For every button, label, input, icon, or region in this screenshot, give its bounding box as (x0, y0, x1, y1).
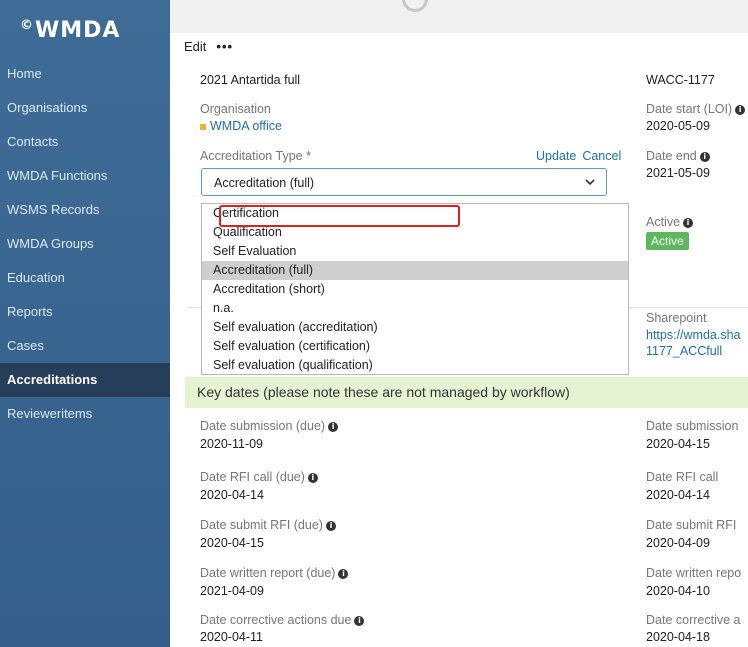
option-self-evaluation-certification[interactable]: Self evaluation (certification) (202, 337, 628, 356)
sidebar-item-revieweritems[interactable]: Revieweritems (0, 397, 170, 431)
date-submit-rfi-value: 2020-04-09 (646, 536, 710, 550)
info-icon: i (683, 217, 694, 228)
accreditation-type-dropdown: Certification Qualification Self Evaluat… (201, 203, 629, 375)
accreditation-type-label: Accreditation Type * (200, 149, 311, 163)
organisation-label: Organisation (200, 102, 271, 116)
sidebar-item-contacts[interactable]: Contacts (0, 125, 170, 159)
logo-mark: © (20, 18, 34, 33)
edit-actions: Update Cancel (536, 149, 621, 163)
sidebar-item-home[interactable]: Home (0, 57, 170, 91)
option-self-evaluation-qualification[interactable]: Self evaluation (qualification) (202, 356, 628, 375)
info-icon: i (699, 151, 710, 162)
sharepoint-link-continued[interactable]: 1177_ACCfull (646, 344, 722, 358)
info-icon: i (307, 472, 318, 483)
organisation-link[interactable]: WMDA office (210, 119, 282, 133)
select-value: Accreditation (full) (214, 176, 315, 190)
edit-button[interactable]: Edit (184, 39, 206, 54)
option-self-evaluation[interactable]: Self Evaluation (202, 242, 628, 261)
main-content: Edit ••• 2021 Antartida full WACC-1177 Or… (170, 0, 748, 647)
key-dates-title: Key dates (please note these are not man… (197, 384, 570, 400)
sidebar: ©WMDA Home Organisations Contacts WMDA F… (0, 0, 170, 647)
date-submit-rfi-due-value: 2020-04-15 (200, 536, 264, 550)
active-label: Active i (646, 215, 694, 229)
date-written-report-label: Date written repo (646, 566, 742, 580)
info-icon: i (328, 421, 339, 432)
loading-spinner-icon (396, 0, 434, 18)
date-written-report-due-label: Date written report (due) i (200, 566, 349, 580)
date-written-report-value: 2020-04-10 (646, 584, 710, 598)
sidebar-nav: Home Organisations Contacts WMDA Functio… (0, 57, 170, 431)
date-corrective-actions-value: 2020-04-18 (646, 630, 710, 644)
sharepoint-link[interactable]: https://wmda.sha (646, 328, 741, 342)
accreditation-type-select[interactable]: Accreditation (full) (201, 168, 607, 196)
date-end-label: Date end i (646, 149, 710, 163)
highlight-box (219, 205, 460, 227)
date-submission-due-label: Date submission (due) i (200, 419, 339, 433)
date-corrective-actions-label: Date corrective a (646, 613, 741, 627)
record-code: WACC-1177 (646, 73, 715, 87)
update-link[interactable]: Update (536, 149, 576, 163)
sidebar-item-cases[interactable]: Cases (0, 329, 170, 363)
date-submission-label: Date submission (646, 419, 739, 433)
sidebar-item-organisations[interactable]: Organisations (0, 91, 170, 125)
info-icon: i (354, 615, 365, 626)
organisation-square-icon (200, 123, 206, 130)
date-rfi-call-value: 2020-04-14 (646, 488, 710, 502)
toolbar: Edit ••• (184, 39, 233, 54)
active-badge: Active (646, 232, 689, 250)
chevron-down-icon (584, 173, 596, 194)
date-end-value: 2021-05-09 (646, 166, 710, 180)
option-na[interactable]: n.a. (202, 299, 628, 318)
cancel-link[interactable]: Cancel (582, 149, 621, 163)
option-accreditation-full[interactable]: Accreditation (full) (202, 261, 628, 280)
info-icon: i (325, 520, 336, 531)
record-name: 2021 Antartida full (200, 73, 301, 87)
key-dates-banner: Key dates (please note these are not man… (185, 377, 748, 408)
sidebar-item-accreditations[interactable]: Accreditations (0, 363, 170, 397)
more-options-icon[interactable]: ••• (216, 39, 233, 54)
date-submit-rfi-label: Date submit RFI (646, 518, 737, 532)
top-bar (170, 0, 748, 33)
sidebar-item-reports[interactable]: Reports (0, 295, 170, 329)
option-accreditation-short[interactable]: Accreditation (short) (202, 280, 628, 299)
date-rfi-call-due-label: Date RFI call (due) i (200, 470, 318, 484)
date-submission-value: 2020-04-15 (646, 437, 710, 451)
date-corrective-actions-due-label: Date corrective actions due i (200, 613, 365, 627)
date-corrective-actions-due-value: 2020-04-11 (200, 630, 264, 644)
logo-text: WMDA (35, 18, 121, 43)
date-rfi-call-due-value: 2020-04-14 (200, 488, 264, 502)
sidebar-item-wmda-functions[interactable]: WMDA Functions (0, 159, 170, 193)
date-rfi-call-label: Date RFI call (646, 470, 719, 484)
sidebar-item-wsms-records[interactable]: WSMS Records (0, 193, 170, 227)
sharepoint-label: Sharepoint (646, 311, 707, 325)
sidebar-item-education[interactable]: Education (0, 261, 170, 295)
date-start-label: Date start (LOI) i (646, 102, 746, 116)
date-submission-due-value: 2020-11-09 (200, 437, 264, 451)
option-self-evaluation-accreditation[interactable]: Self evaluation (accreditation) (202, 318, 628, 337)
info-icon: i (338, 568, 349, 579)
sidebar-item-wmda-groups[interactable]: WMDA Groups (0, 227, 170, 261)
date-submit-rfi-due-label: Date submit RFI (due) i (200, 518, 336, 532)
organisation-field: WMDA office (200, 119, 282, 133)
date-start-value: 2020-05-09 (646, 119, 710, 133)
info-icon: i (735, 104, 746, 115)
date-written-report-due-value: 2021-04-09 (200, 584, 264, 598)
wmda-logo[interactable]: ©WMDA (20, 18, 120, 43)
